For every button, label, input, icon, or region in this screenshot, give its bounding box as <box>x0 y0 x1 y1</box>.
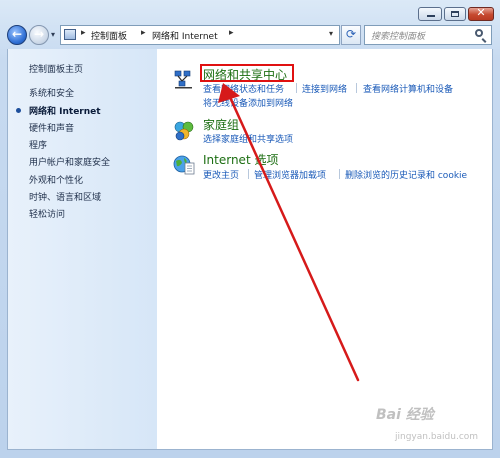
window-frame: ✕ ← → ▾ ▸ 控制面板 ▸ 网络和 Internet ▸ ▾ ⟳ 搜索控制… <box>0 0 500 458</box>
annotation-arrow <box>218 83 360 382</box>
arrow-shaft <box>227 93 360 382</box>
watermark-url: jingyan.baidu.com <box>395 432 479 442</box>
arrow-head <box>218 83 240 103</box>
watermark-logo: Bai 经验 <box>376 407 434 423</box>
